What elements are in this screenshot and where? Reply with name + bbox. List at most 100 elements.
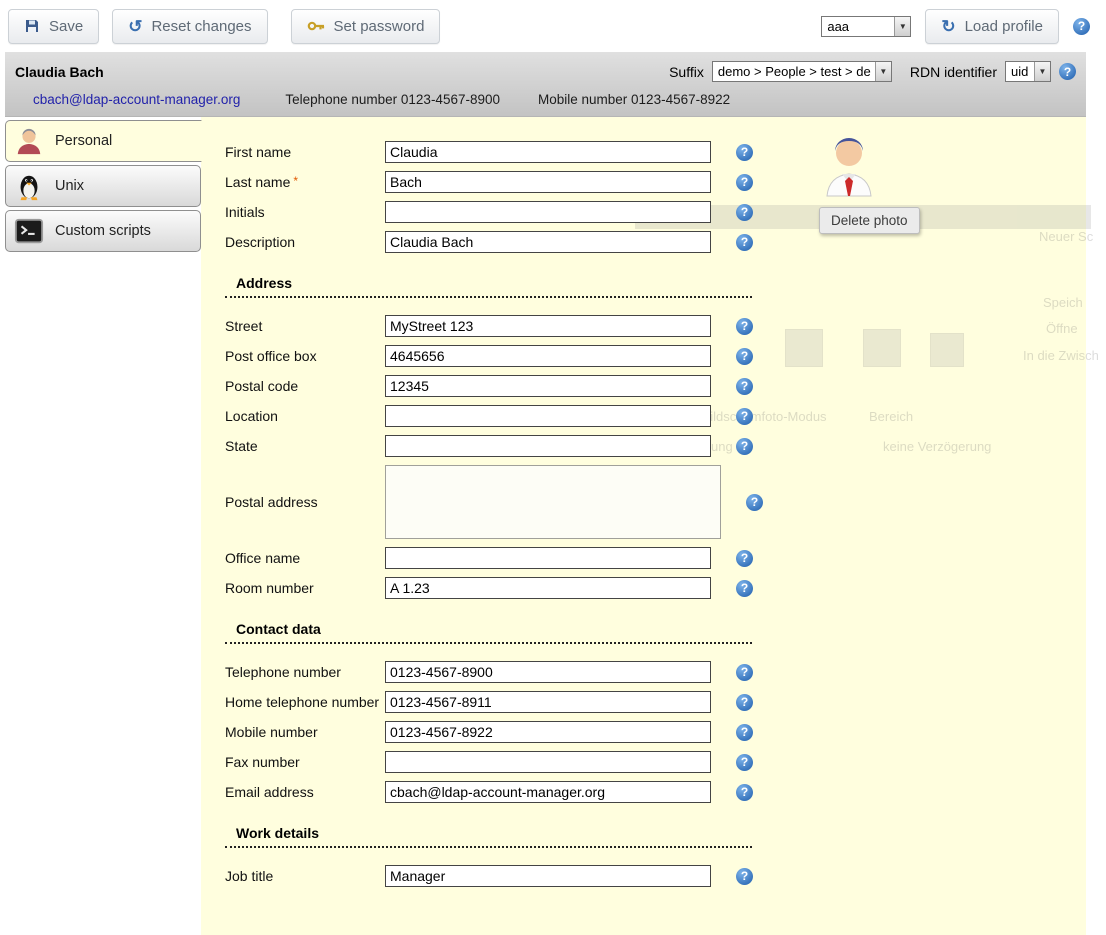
field-label: First name	[225, 144, 385, 160]
form-row-post-office-box: Post office box?	[225, 345, 1086, 367]
account-header: Claudia Bach Suffix demo > People > test…	[5, 52, 1086, 117]
form-row-fax-number: Fax number?	[225, 751, 1086, 773]
post-office-box-input[interactable]	[385, 345, 711, 367]
top-fields: First name?Last name*?Initials?Descripti…	[225, 141, 1086, 253]
help-icon[interactable]: ?	[746, 494, 763, 511]
description-input[interactable]	[385, 231, 711, 253]
form-row-room-number: Room number?	[225, 577, 1086, 599]
postal-code-input[interactable]	[385, 375, 711, 397]
initials-input[interactable]	[385, 201, 711, 223]
street-input[interactable]	[385, 315, 711, 337]
location-input[interactable]	[385, 405, 711, 427]
field-label: Office name	[225, 550, 385, 566]
delete-photo-button[interactable]: Delete photo	[819, 207, 920, 234]
field-label: Email address	[225, 784, 385, 800]
set-password-button[interactable]: Set password	[291, 9, 441, 44]
field-label: Telephone number	[225, 664, 385, 680]
suffix-select[interactable]: demo > People > test > de ▼	[712, 61, 892, 82]
form-row-last-name: Last name*?	[225, 171, 1086, 193]
help-icon[interactable]: ?	[736, 694, 753, 711]
field-label: Description	[225, 234, 385, 250]
section-title-work-details: Work details	[225, 825, 752, 848]
mobile-number-input[interactable]	[385, 721, 711, 743]
sidebar: Personal Unix Custom scripts	[5, 117, 201, 935]
form-row-description: Description?	[225, 231, 1086, 253]
state-input[interactable]	[385, 435, 711, 457]
help-icon[interactable]: ?	[736, 204, 753, 221]
help-icon[interactable]: ?	[736, 348, 753, 365]
telephone-number-input[interactable]	[385, 661, 711, 683]
form-row-initials: Initials?	[225, 201, 1086, 223]
postal-address-input[interactable]	[385, 465, 721, 539]
load-profile-button[interactable]: ↻ Load profile	[925, 9, 1059, 44]
home-telephone-number-input[interactable]	[385, 691, 711, 713]
reset-icon: ↺	[128, 18, 142, 35]
form-row-telephone-number: Telephone number?	[225, 661, 1086, 683]
help-icon[interactable]: ?	[736, 174, 753, 191]
tab-unix[interactable]: Unix	[5, 165, 201, 207]
room-number-input[interactable]	[385, 577, 711, 599]
form-row-first-name: First name?	[225, 141, 1086, 163]
help-icon[interactable]: ?	[1059, 63, 1076, 80]
form-row-job-title: Job title?	[225, 865, 1086, 887]
person-icon	[13, 125, 45, 157]
help-icon[interactable]: ?	[1073, 18, 1090, 35]
rdn-label: RDN identifier	[910, 64, 997, 80]
required-marker: *	[293, 174, 298, 188]
field-label: Location	[225, 408, 385, 424]
load-profile-icon: ↻	[941, 18, 955, 35]
first-name-input[interactable]	[385, 141, 711, 163]
fax-number-input[interactable]	[385, 751, 711, 773]
chevron-down-icon: ▼	[894, 17, 910, 36]
office-name-input[interactable]	[385, 547, 711, 569]
help-icon[interactable]: ?	[736, 580, 753, 597]
field-label: Post office box	[225, 348, 385, 364]
field-label: Last name*	[225, 174, 385, 190]
form-sections: AddressStreet?Post office box?Postal cod…	[225, 275, 1086, 887]
form-row-street: Street?	[225, 315, 1086, 337]
field-label: Postal code	[225, 378, 385, 394]
help-icon[interactable]: ?	[736, 408, 753, 425]
form-row-mobile-number: Mobile number?	[225, 721, 1086, 743]
help-icon[interactable]: ?	[736, 784, 753, 801]
help-icon[interactable]: ?	[736, 550, 753, 567]
header-mobile: Mobile number 0123-4567-8922	[538, 92, 730, 107]
help-icon[interactable]: ?	[736, 754, 753, 771]
email-address-input[interactable]	[385, 781, 711, 803]
form-row-postal-code: Postal code?	[225, 375, 1086, 397]
chevron-down-icon: ▼	[1034, 62, 1050, 81]
key-icon	[307, 20, 325, 32]
help-icon[interactable]: ?	[736, 378, 753, 395]
terminal-icon	[13, 215, 45, 247]
toolbar: Save ↺ Reset changes Set password aaa ▼ …	[0, 0, 1106, 52]
form-row-postal-address: Postal address?	[225, 465, 1086, 539]
form-row-location: Location?	[225, 405, 1086, 427]
reset-changes-button[interactable]: ↺ Reset changes	[112, 9, 267, 44]
last-name-input[interactable]	[385, 171, 711, 193]
tab-personal[interactable]: Personal	[5, 120, 202, 162]
chevron-down-icon: ▼	[875, 62, 891, 81]
field-label: Room number	[225, 580, 385, 596]
help-icon[interactable]: ?	[736, 664, 753, 681]
save-button[interactable]: Save	[8, 9, 99, 44]
email-link[interactable]: cbach@ldap-account-manager.org	[33, 92, 240, 107]
profile-select[interactable]: aaa ▼	[821, 16, 911, 37]
help-icon[interactable]: ?	[736, 318, 753, 335]
field-label: Mobile number	[225, 724, 385, 740]
field-label: Fax number	[225, 754, 385, 770]
form-row-email-address: Email address?	[225, 781, 1086, 803]
job-title-input[interactable]	[385, 865, 711, 887]
rdn-select[interactable]: uid ▼	[1005, 61, 1051, 82]
help-icon[interactable]: ?	[736, 868, 753, 885]
field-label: Home telephone number	[225, 694, 385, 710]
header-telephone: Telephone number 0123-4567-8900	[285, 92, 500, 107]
help-icon[interactable]: ?	[736, 234, 753, 251]
help-icon[interactable]: ?	[736, 724, 753, 741]
help-icon[interactable]: ?	[736, 144, 753, 161]
help-icon[interactable]: ?	[736, 438, 753, 455]
field-label: State	[225, 438, 385, 454]
field-label: Initials	[225, 204, 385, 220]
form-row-office-name: Office name?	[225, 547, 1086, 569]
tab-custom-scripts[interactable]: Custom scripts	[5, 210, 201, 252]
content-panel: Neuer Sc Speich Öffne In die Zwisch bild…	[201, 117, 1086, 935]
